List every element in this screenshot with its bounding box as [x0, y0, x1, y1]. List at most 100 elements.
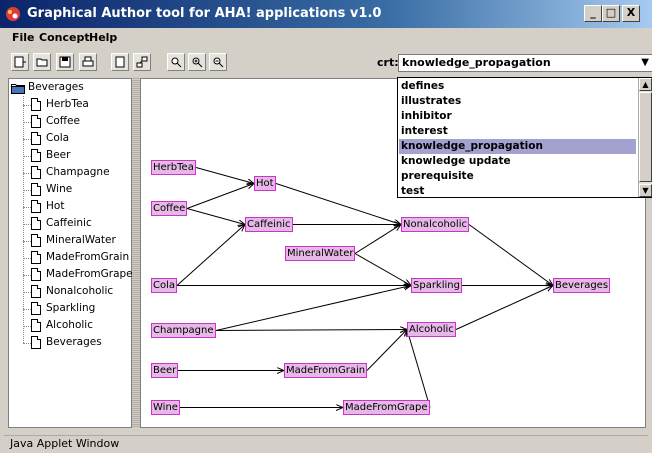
menu-file[interactable]: File [12, 31, 35, 44]
tree-item-label: Sparkling [46, 302, 96, 314]
relation-edge[interactable] [176, 225, 245, 286]
close-icon: X [626, 6, 636, 19]
zoom-out-button[interactable] [209, 53, 227, 71]
crt-dropdown-list[interactable]: ▲ ▼ defines illustrates inhibitor interest k… [397, 77, 652, 198]
document-icon [31, 132, 41, 145]
dropdown-option[interactable]: test [399, 184, 636, 199]
dropdown-option[interactable]: interest [399, 124, 636, 139]
open-button[interactable] [33, 53, 51, 71]
concept-node[interactable]: MadeFromGrape [343, 400, 430, 415]
crt-label: crt: [377, 56, 399, 69]
search-button[interactable] [167, 53, 185, 71]
concept-node[interactable]: Caffeinic [245, 217, 293, 232]
new-concept-button[interactable] [11, 53, 29, 71]
maximize-button[interactable]: □ [602, 5, 620, 22]
concept-node[interactable]: MadeFromGrain [284, 363, 368, 378]
document-icon [31, 251, 41, 264]
document-icon [31, 234, 41, 247]
maximize-icon: □ [605, 6, 617, 19]
concept-node[interactable]: Hot [254, 176, 276, 191]
concept-node[interactable]: HerbTea [151, 160, 196, 175]
relation-edge[interactable] [468, 224, 553, 286]
relation-edge[interactable] [407, 330, 431, 408]
menu-help[interactable]: Help [89, 31, 117, 44]
document-icon [31, 268, 41, 281]
document-icon [31, 336, 41, 349]
relation-edge[interactable] [455, 286, 553, 330]
concept-node[interactable]: Nonalcoholic [401, 217, 469, 232]
document-icon [31, 319, 41, 332]
dropdown-option[interactable]: prerequisite [399, 169, 636, 184]
document-icon [31, 183, 41, 196]
relation-edge[interactable] [186, 184, 254, 209]
save-button[interactable] [56, 53, 74, 71]
link-button[interactable] [133, 53, 151, 71]
tree-item-label: Cola [46, 132, 70, 144]
status-bar: Java Applet Window [4, 435, 648, 451]
crt-selected-value: knowledge_propagation [402, 56, 551, 69]
zoom-in-icon [192, 57, 203, 68]
tree-item-label: HerbTea [46, 98, 89, 110]
tree-item-label: MadeFromGrape [46, 268, 133, 280]
dropdown-option[interactable]: knowledge update [399, 154, 636, 169]
relation-edge[interactable] [215, 286, 411, 331]
concept-node[interactable]: Alcoholic [407, 322, 456, 337]
relation-edge[interactable] [186, 208, 245, 225]
concept-node[interactable]: Beer [151, 363, 179, 378]
tree-item-label: Alcoholic [46, 319, 93, 331]
tree-item-label: Beverages [46, 336, 102, 348]
zoom-icon [171, 57, 182, 68]
chevron-down-icon[interactable]: ▼ [641, 55, 649, 71]
concept-node[interactable]: Champagne [151, 323, 216, 338]
scroll-up-icon[interactable]: ▲ [639, 78, 652, 91]
page-button[interactable] [111, 53, 129, 71]
concept-node[interactable]: Beverages [553, 278, 611, 293]
window-title: Graphical Author tool for AHA! applicati… [27, 6, 382, 21]
minimize-button[interactable]: _ [584, 5, 602, 22]
page-icon [115, 56, 125, 68]
relation-edge[interactable] [215, 330, 407, 331]
relation-edge[interactable] [354, 253, 411, 286]
scroll-thumb[interactable] [639, 92, 652, 182]
status-text: Java Applet Window [10, 437, 120, 450]
tree-connector [23, 96, 24, 343]
relation-edge[interactable] [275, 183, 401, 225]
menu-bar: File Concept Help [0, 28, 652, 46]
dropdown-option[interactable]: inhibitor [399, 109, 636, 124]
concept-node[interactable]: Wine [151, 400, 180, 415]
close-button[interactable]: X [622, 5, 640, 22]
dropdown-scrollbar[interactable]: ▲ ▼ [638, 78, 652, 197]
concept-node[interactable]: MineralWater [285, 246, 356, 261]
print-icon [82, 56, 94, 67]
menu-concept[interactable]: Concept [39, 31, 90, 44]
title-bar: Graphical Author tool for AHA! applicati… [0, 0, 652, 28]
dropdown-option[interactable]: defines [399, 79, 636, 94]
splitter[interactable] [132, 78, 140, 428]
relation-edge[interactable] [195, 167, 254, 184]
relation-edge[interactable] [354, 225, 401, 254]
dropdown-option[interactable]: illustrates [399, 94, 636, 109]
crt-select[interactable]: knowledge_propagation ▼ [398, 54, 652, 72]
document-icon [31, 285, 41, 298]
zoom-in-button[interactable] [188, 53, 206, 71]
tree-item-label: Nonalcoholic [46, 285, 114, 297]
tree-item-label: Champagne [46, 166, 110, 178]
document-icon [31, 149, 41, 162]
concept-node[interactable]: Coffee [151, 201, 188, 216]
concept-node[interactable]: Sparkling [411, 278, 462, 293]
print-button[interactable] [79, 53, 97, 71]
dropdown-option[interactable]: knowledge_propagation [399, 139, 636, 154]
document-icon [31, 115, 41, 128]
document-icon [31, 200, 41, 213]
zoom-out-icon [213, 57, 224, 68]
relation-edge[interactable] [366, 330, 407, 371]
scroll-down-icon[interactable]: ▼ [639, 184, 652, 197]
folder-icon [36, 58, 48, 67]
tree-item-label: Coffee [46, 115, 80, 127]
concept-node[interactable]: Cola [151, 278, 178, 293]
minimize-icon: _ [590, 6, 596, 19]
concept-tree[interactable]: Beverages HerbTea Coffee Cola Beer Champagne… [8, 78, 133, 428]
tree-item-label: Beer [46, 149, 71, 161]
aha-app-icon [6, 7, 20, 21]
tree-item-label: Hot [46, 200, 65, 212]
